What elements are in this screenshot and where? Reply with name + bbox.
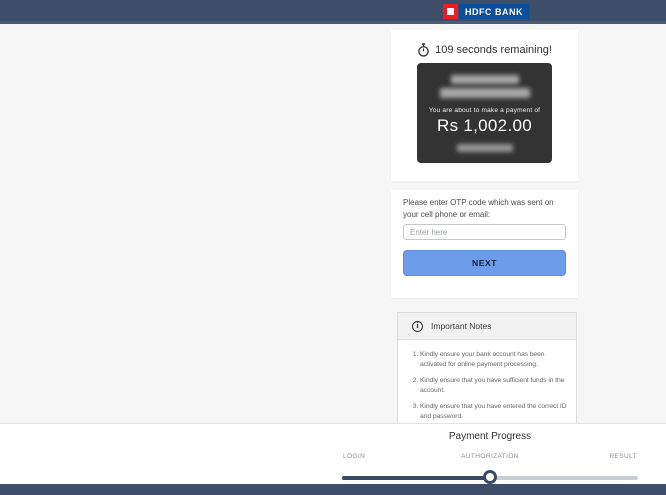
important-notes-header: i Important Notes xyxy=(398,313,576,340)
redacted-merchant-line xyxy=(450,75,519,84)
bank-name-label: HDFC BANK xyxy=(459,4,529,19)
note-item: Kindly ensure that you have sufficient f… xyxy=(420,376,568,395)
progress-step-login: LOGIN xyxy=(343,453,366,460)
progress-slider-knob xyxy=(483,470,497,484)
important-notes-panel: i Important Notes Kindly ensure your ban… xyxy=(397,312,577,424)
timer-text: 109 seconds remaining! xyxy=(435,44,552,56)
important-notes-title: Important Notes xyxy=(431,321,492,331)
stopwatch-icon xyxy=(417,43,430,57)
info-icon: i xyxy=(412,320,423,332)
payment-summary-panel: 109 seconds remaining! You are about to … xyxy=(391,30,578,181)
otp-prompt-text: Please enter OTP code which was sent on … xyxy=(403,198,554,219)
hdfc-bank-logo: HDFC BANK xyxy=(443,4,529,19)
progress-step-result: RESULT xyxy=(609,453,637,460)
header-bar: HDFC BANK xyxy=(0,0,666,24)
note-item: Kindly ensure that you have entered the … xyxy=(420,402,568,421)
payment-details-box: You are about to make a payment of Rs 1,… xyxy=(417,63,552,163)
payment-intro-text: You are about to make a payment of xyxy=(428,107,541,114)
payment-progress-section: Payment Progress LOGIN AUTHORIZATION RES… xyxy=(0,423,666,484)
note-item: Kindly ensure your bank account has been… xyxy=(420,350,568,369)
important-notes-body: Kindly ensure your bank account has been… xyxy=(398,340,576,421)
otp-input[interactable] xyxy=(403,224,566,240)
progress-step-authorization: AUTHORIZATION xyxy=(461,453,519,460)
countdown-timer: 109 seconds remaining! xyxy=(391,30,578,59)
hdfc-logo-icon xyxy=(443,4,458,19)
payment-amount: Rs 1,002.00 xyxy=(437,116,532,135)
redacted-merchant-line xyxy=(439,88,530,98)
footer-bar xyxy=(0,484,666,495)
payment-progress-title: Payment Progress xyxy=(448,431,532,442)
otp-entry-panel: Please enter OTP code which was sent on … xyxy=(391,190,578,298)
progress-track-fill xyxy=(342,476,490,480)
redacted-reference-line xyxy=(456,144,513,152)
next-button[interactable]: NEXT xyxy=(403,250,566,276)
